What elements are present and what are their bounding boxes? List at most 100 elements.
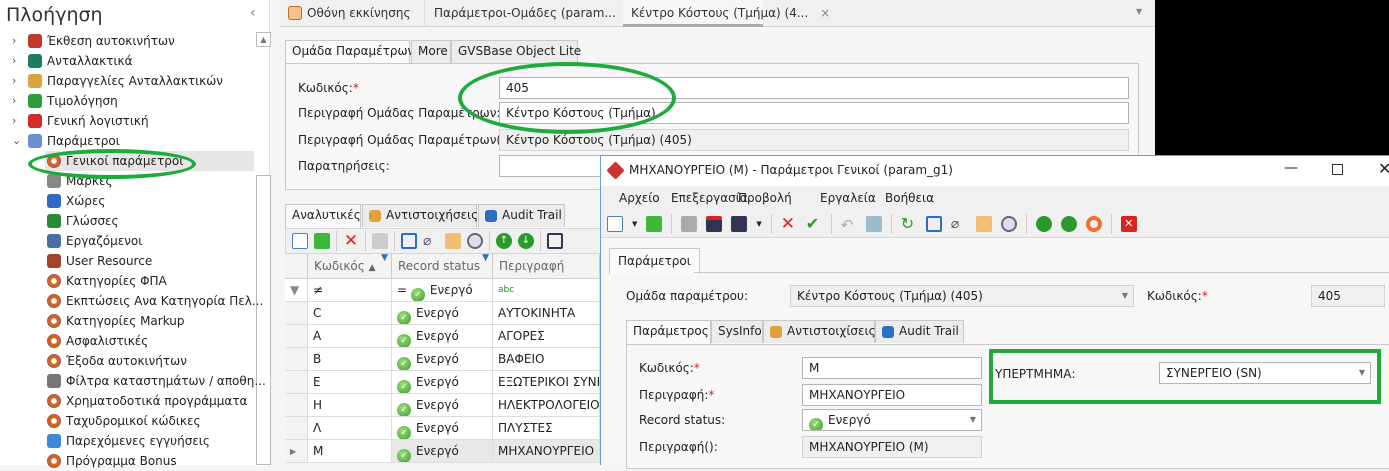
cell-code[interactable]: A — [308, 325, 392, 348]
menu-item[interactable]: Βοήθεια — [885, 191, 934, 205]
close-form-icon[interactable]: ✕ — [1120, 216, 1137, 232]
cell-status[interactable]: ✓ Ενεργό — [392, 302, 493, 325]
nav-item[interactable]: Έξοδα αυτοκινήτων — [45, 351, 254, 371]
menu-item[interactable]: Αρχείο — [619, 191, 660, 205]
filter-status[interactable]: = ✓ Ενεργό — [392, 279, 493, 302]
group-combo[interactable]: Κέντρο Κόστους (Τμήμα) (405) ▼ — [790, 285, 1134, 307]
nav-item[interactable]: User Resource — [45, 251, 254, 271]
chevron-right-icon[interactable]: › — [12, 91, 16, 111]
maximize-button[interactable] — [1332, 164, 1343, 175]
note-icon[interactable] — [445, 233, 461, 249]
filter-code[interactable]: ≠ — [308, 279, 392, 302]
detail-tab[interactable]: Αντιστοιχήσεις — [362, 204, 478, 227]
cell-code[interactable]: M — [308, 440, 392, 463]
filter-icon[interactable]: ▼ — [381, 246, 388, 271]
menu-item[interactable]: Επεξεργασία — [671, 191, 748, 205]
dialog-field[interactable]: M — [802, 357, 982, 379]
cell-code[interactable]: B — [308, 348, 392, 371]
chevron-right-icon[interactable]: › — [12, 111, 16, 131]
parameter-tab[interactable]: Παράμετρος — [626, 320, 711, 344]
nav-item[interactable]: › Τιμολόγηση — [0, 91, 255, 111]
row-indicator[interactable] — [285, 394, 308, 417]
copy-icon[interactable] — [314, 233, 330, 249]
open-window-icon[interactable] — [401, 233, 417, 249]
nav-item[interactable]: Ασφαλιστικές — [45, 331, 254, 351]
column-header[interactable]: Περιγραφή — [493, 254, 600, 279]
cell-code[interactable]: E — [308, 371, 392, 394]
cell-status[interactable]: ✓ Ενεργό — [392, 348, 493, 371]
detail-tab[interactable]: Audit Trail — [478, 204, 565, 227]
move-down-icon[interactable] — [1060, 216, 1077, 232]
move-up-icon[interactable]: ↑ — [496, 233, 512, 249]
group-tab[interactable]: Ομάδα Παραμέτρων — [285, 40, 414, 64]
cell-description[interactable]: ΑΓΟΡΕΣ — [493, 325, 600, 348]
row-indicator[interactable] — [285, 348, 308, 371]
row-indicator[interactable]: ▶ — [285, 440, 308, 463]
save-icon[interactable] — [681, 216, 698, 232]
row-indicator[interactable] — [285, 302, 308, 325]
cell-status[interactable]: ✓ Ενεργό — [392, 417, 493, 440]
cell-description[interactable]: ΑΥΤΟΚΙΝΗΤΑ — [493, 302, 600, 325]
chevron-right-icon[interactable]: › — [12, 71, 16, 91]
tab-start-screen[interactable]: Οθόνη εκκίνησης — [280, 0, 425, 27]
refresh-icon[interactable]: ↻ — [901, 216, 917, 232]
chevron-right-icon[interactable]: › — [12, 51, 16, 71]
parent-department-combo[interactable]: ΣΥΝΕΡΓΕΙΟ (SN) ▼ — [1159, 362, 1371, 384]
report-icon[interactable] — [865, 216, 882, 232]
chevron-down-icon[interactable]: ⌄ — [12, 131, 21, 151]
minimize-button[interactable]: — — [1284, 160, 1298, 176]
chevron-right-icon[interactable]: › — [12, 31, 16, 51]
column-header[interactable]: Κωδικός ▲ ▼ — [308, 253, 392, 279]
scroll-up-button[interactable]: ▲ — [256, 32, 271, 47]
cell-description[interactable]: ΗΛΕΚΤΡΟΛΟΓΕΙΟ — [493, 394, 600, 417]
tab-cost-center[interactable]: Κέντρο Κόστους (Τμήμα) (4... × — [623, 0, 830, 27]
nav-item[interactable]: Φίλτρα καταστημάτων / αποθη... — [45, 371, 266, 391]
nav-item[interactable]: Κατηγορίες ΦΠΑ — [45, 271, 254, 291]
nav-item[interactable]: Γλώσσες — [45, 211, 254, 231]
cell-description[interactable]: ΜΗΧΑΝΟΥΡΓΕΙΟ — [493, 440, 600, 463]
nav-item[interactable]: Εργαζόμενοι — [45, 231, 254, 251]
dialog-field[interactable]: ΜΗΧΑΝΟΥΡΓΕΙΟ — [802, 384, 982, 406]
nav-item[interactable]: Χώρες — [45, 191, 254, 211]
tab-parameter-groups[interactable]: Παράμετροι-Ομάδες (param... — [426, 0, 623, 27]
cell-description[interactable]: ΠΛΥΣΤΕΣ — [493, 417, 600, 440]
help-icon[interactable] — [1085, 216, 1102, 232]
nav-item[interactable]: › Γενική λογιστική — [0, 111, 255, 131]
record-status-combo[interactable]: ✓ Ενεργό ▼ — [802, 409, 982, 431]
cell-status[interactable]: ✓ Ενεργό — [392, 394, 493, 417]
nav-item[interactable]: Εκπτώσεις Ανα Κατηγορία Πελ... — [45, 291, 263, 311]
close-button[interactable]: ✕ — [1378, 159, 1389, 178]
dialog-field[interactable]: ΜΗΧΑΝΟΥΡΓΕΙΟ (M) — [802, 436, 982, 458]
close-tab-icon[interactable]: × — [820, 6, 830, 20]
nav-item[interactable]: Πρόγραμμα Bonus — [45, 451, 254, 471]
cell-status[interactable]: ✓ Ενεργό — [392, 325, 493, 348]
note-icon[interactable] — [975, 216, 992, 232]
save-close-icon[interactable] — [706, 216, 723, 232]
new-dropdown-icon[interactable]: ▼ — [632, 220, 637, 228]
filter-desc[interactable]: abc — [493, 279, 600, 302]
cell-status[interactable]: ✓ Ενεργό — [392, 371, 493, 394]
save-icon[interactable] — [547, 233, 563, 249]
filter-icon[interactable]: ▼ — [482, 246, 489, 271]
row-indicator[interactable] — [285, 417, 308, 440]
undo-icon[interactable]: ↶ — [841, 216, 857, 234]
delete-icon[interactable]: ✕ — [343, 233, 359, 250]
nav-item[interactable]: ⌄ Παράμετροι — [0, 131, 255, 151]
code-field[interactable]: 405 — [1311, 285, 1385, 307]
open-window-icon[interactable] — [925, 216, 942, 232]
nav-scrollbar[interactable] — [256, 175, 271, 465]
group-tab[interactable]: GVSBase Object Lite — [451, 40, 581, 63]
cell-code[interactable]: C — [308, 302, 392, 325]
new-icon[interactable] — [292, 233, 308, 249]
nav-item[interactable]: Ταχυδρομικοί κώδικες — [45, 411, 254, 431]
parameter-tab[interactable]: Audit Trail — [875, 320, 964, 343]
parameter-tab[interactable]: Αντιστοιχίσεις — [763, 320, 876, 343]
cell-description[interactable]: ΕΞΩΤΕΡΙΚΟΙ ΣΥΝΕ — [493, 371, 600, 394]
tabs-dropdown-icon[interactable]: ▼ — [1136, 7, 1142, 16]
tab-parameters[interactable]: Παράμετροι — [609, 248, 700, 274]
attach-icon[interactable]: ⌀ — [951, 216, 967, 232]
group-tab[interactable]: More — [411, 40, 451, 63]
cell-description[interactable]: ΒΑΦΕΙΟ — [493, 348, 600, 371]
detail-tab[interactable]: Αναλυτικές — [285, 204, 361, 228]
move-up-icon[interactable] — [1035, 216, 1052, 232]
